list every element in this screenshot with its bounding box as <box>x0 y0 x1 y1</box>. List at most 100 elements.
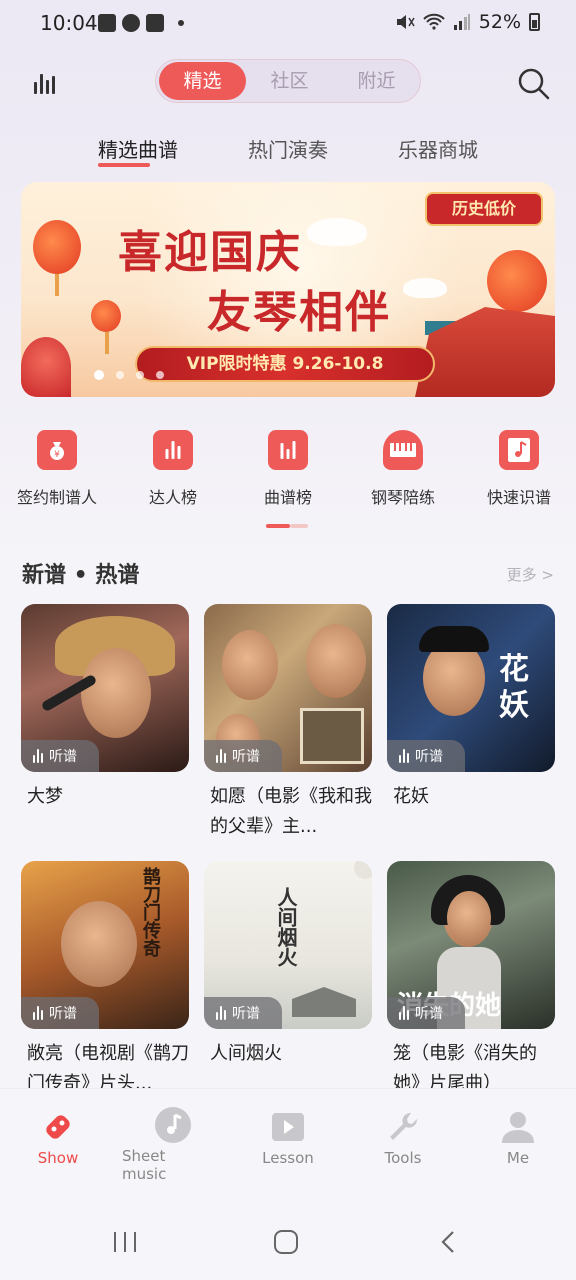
nav-show[interactable]: Show <box>13 1109 103 1167</box>
cover-calligraphy: 人间烟火 <box>274 887 298 967</box>
quick-link-label: 钢琴陪练 <box>370 488 435 507</box>
audio-bars-icon <box>399 1006 409 1020</box>
nav-lesson[interactable]: Lesson <box>243 1109 333 1167</box>
quick-link-label: 达人榜 <box>148 488 197 507</box>
money-bag-icon: ¥ <box>37 430 77 470</box>
cover-image: 人间烟火 听谱 <box>204 861 372 1029</box>
audio-bars-icon <box>399 749 409 763</box>
listen-button[interactable]: 听谱 <box>387 740 465 772</box>
top-segment-control: 精选 社区 附近 <box>155 59 421 103</box>
promo-banner[interactable]: 喜迎国庆 友琴相伴 历史低价 VIP限时特惠 9.26-10.8 <box>21 182 555 397</box>
banner-headline: 喜迎国庆 <box>118 227 302 278</box>
sheet-card[interactable]: 听谱 如愿（电影《我和我的父辈》主... <box>204 604 372 842</box>
cover-image: 听谱 <box>21 604 189 772</box>
quick-link-expert-ranking[interactable]: 达人榜 <box>118 430 228 508</box>
tab-underline <box>98 163 150 167</box>
banner-dot <box>156 371 164 379</box>
listen-button[interactable]: 听谱 <box>204 740 282 772</box>
music-book-icon <box>499 430 539 470</box>
lantern-icon <box>91 300 121 354</box>
nav-sheet-music[interactable]: Sheet music <box>122 1107 218 1183</box>
wrench-icon <box>385 1109 421 1145</box>
listen-button[interactable]: 听谱 <box>21 997 99 1029</box>
svg-text:¥: ¥ <box>54 450 60 460</box>
segment-nearby[interactable]: 附近 <box>333 62 420 100</box>
cover-calligraphy: 鹊刀门传奇 <box>140 867 161 957</box>
play-video-icon <box>270 1109 306 1145</box>
mute-icon <box>396 15 415 29</box>
listen-button[interactable]: 听谱 <box>21 740 99 772</box>
wifi-icon <box>423 13 445 30</box>
sheet-title: 大梦 <box>27 786 63 807</box>
banner-dot <box>116 371 124 379</box>
more-notifications-dot <box>178 20 184 26</box>
quick-link-label: 快速识谱 <box>486 488 551 507</box>
bottom-navigation: Show Sheet music Lesson Tools Me <box>0 1088 576 1200</box>
house-illustration <box>292 987 356 1017</box>
nav-tools[interactable]: Tools <box>358 1109 448 1167</box>
sheet-title: 如愿（电影《我和我的父辈》主... <box>210 786 372 837</box>
system-status: 52% <box>395 11 540 33</box>
quick-link-label: 签约制谱人 <box>16 488 97 507</box>
back-icon[interactable] <box>438 1230 458 1254</box>
status-bar: 10:04 52% <box>0 0 576 48</box>
cover-image: 消失的她 听谱 <box>387 861 555 1029</box>
listen-button[interactable]: 听谱 <box>204 997 282 1029</box>
notification-icons <box>98 14 184 32</box>
section-title: 新谱 • 热谱 <box>22 563 140 588</box>
quick-link-signed-arranger[interactable]: ¥ 签约制谱人 <box>2 430 112 508</box>
quick-link-sheet-ranking[interactable]: 曲谱榜 <box>233 430 343 508</box>
music-note-icon <box>155 1107 191 1143</box>
quick-link-piano-practice[interactable]: 钢琴陪练 <box>348 430 458 508</box>
home-icon[interactable] <box>273 1230 299 1254</box>
car-icon <box>146 14 164 32</box>
tab-featured-sheets[interactable]: 精选曲谱 <box>98 134 178 163</box>
recent-apps-icon[interactable] <box>112 1230 138 1254</box>
cover-calligraphy: 花 妖 <box>499 652 529 723</box>
sheet-card[interactable]: 听谱 大梦 <box>21 604 189 812</box>
quick-link-quick-reading[interactable]: 快速识谱 <box>464 430 574 508</box>
status-time: 10:04 <box>40 11 98 35</box>
tab-instrument-store[interactable]: 乐器商城 <box>398 134 478 163</box>
ranking-bars-icon <box>153 430 193 470</box>
banner-dot <box>94 370 104 380</box>
banner-dot <box>136 371 144 379</box>
dove-icon <box>403 278 447 298</box>
chat-icon <box>122 14 140 32</box>
segment-community[interactable]: 社区 <box>246 62 333 100</box>
sheet-card[interactable]: 人间烟火 听谱 人间烟火 <box>204 861 372 1069</box>
more-link[interactable]: 更多 > <box>507 564 554 585</box>
sheet-title: 人间烟火 <box>210 1043 282 1064</box>
audio-bars-icon <box>216 749 226 763</box>
quick-link-label: 曲谱榜 <box>263 488 312 507</box>
audio-bars-icon <box>33 749 43 763</box>
search-icon[interactable] <box>516 66 550 100</box>
show-icon <box>40 1109 76 1145</box>
sheet-card[interactable]: 鹊刀门传奇 听谱 敞亮（电视剧《鹊刀门传奇》片头... <box>21 861 189 1099</box>
flower-illustration <box>21 337 71 397</box>
battery-percent: 52% <box>478 11 521 33</box>
content-tabs: 精选曲谱 热门演奏 乐器商城 <box>0 134 576 174</box>
user-icon <box>500 1109 536 1145</box>
banner-pagination <box>94 370 164 380</box>
piano-icon <box>383 430 423 470</box>
cover-image: 鹊刀门传奇 听谱 <box>21 861 189 1029</box>
cover-image: 听谱 <box>204 604 372 772</box>
audio-bars-icon <box>216 1006 226 1020</box>
equalizer-icon[interactable] <box>34 70 58 94</box>
tab-hot-performances[interactable]: 热门演奏 <box>248 134 328 163</box>
vip-promo-label: VIP限时特惠 9.26-10.8 <box>135 346 435 382</box>
listen-button[interactable]: 听谱 <box>387 997 465 1029</box>
battery-icon <box>529 13 540 31</box>
segment-featured[interactable]: 精选 <box>159 62 246 100</box>
gallery-icon <box>98 14 116 32</box>
system-navigation-bar <box>0 1200 576 1280</box>
cover-image: 花 妖 听谱 <box>387 604 555 772</box>
price-badge: 历史低价 <box>425 192 543 226</box>
nav-me[interactable]: Me <box>473 1109 563 1167</box>
quick-links-pager <box>266 524 308 528</box>
sheet-title: 花妖 <box>393 786 429 807</box>
sheet-card[interactable]: 花 妖 听谱 花妖 <box>387 604 555 812</box>
banner-subheadline: 友琴相伴 <box>207 287 391 338</box>
sheet-card[interactable]: 消失的她 听谱 笼（电影《消失的她》片尾曲） <box>387 861 555 1099</box>
